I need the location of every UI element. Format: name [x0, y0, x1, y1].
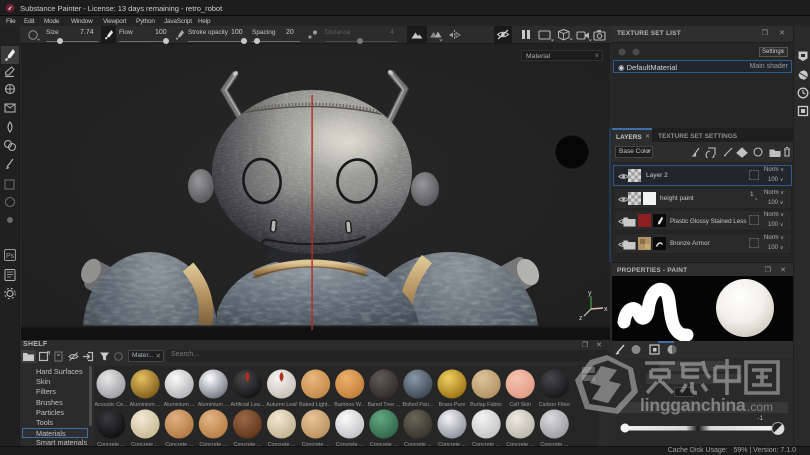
svg-text:Artificial Lea...: Artificial Lea...	[230, 402, 264, 408]
svg-text:y: y	[588, 290, 592, 297]
svg-text:Bared Tree ...: Bared Tree ...	[367, 402, 400, 408]
svg-text:z: z	[579, 315, 583, 322]
svg-text:Acoustic Ce...: Acoustic Ce...	[94, 402, 127, 408]
svg-text:Ps: Ps	[6, 253, 15, 260]
svg-text:x: x	[604, 306, 608, 313]
svg-text:Calf Skin: Calf Skin	[509, 402, 531, 408]
svg-text:Aluminium ...: Aluminium ...	[130, 402, 161, 408]
svg-text:Aluminium ...: Aluminium ...	[164, 402, 195, 408]
svg-text:Bolted Pan...: Bolted Pan...	[402, 402, 433, 408]
svg-text:Aluminium ...: Aluminium ...	[198, 402, 229, 408]
svg-text:Carbon Fiber: Carbon Fiber	[539, 402, 571, 408]
svg-text:Baked Light...: Baked Light...	[299, 402, 332, 408]
svg-text:Autumn Leaf: Autumn Leaf	[266, 402, 297, 408]
svg-text:Brass Pure: Brass Pure	[439, 402, 466, 408]
svg-text:Burlap Fabric: Burlap Fabric	[470, 402, 502, 408]
svg-text:Bamboo W...: Bamboo W...	[334, 402, 365, 408]
